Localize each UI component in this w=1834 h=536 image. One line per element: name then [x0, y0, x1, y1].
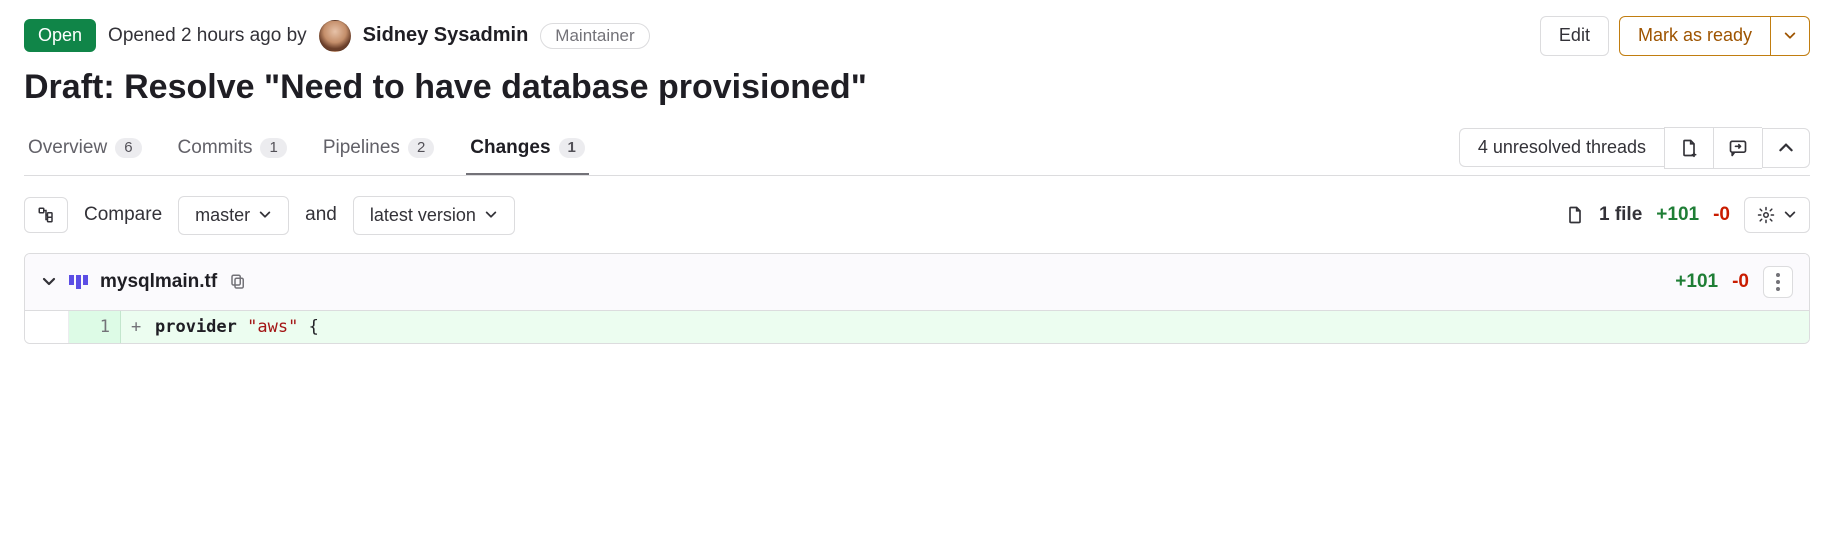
tab-commits-count: 1 [260, 138, 286, 158]
code-cell[interactable]: + provider "aws" { [121, 311, 1809, 343]
compare-base-dropdown[interactable]: master [178, 196, 289, 236]
chevron-down-icon [1783, 29, 1797, 43]
tab-changes-count: 1 [559, 138, 585, 158]
tab-changes-label: Changes [470, 137, 550, 159]
collapse-icon-button[interactable] [1762, 128, 1810, 168]
tab-commits-label: Commits [178, 137, 253, 159]
chevron-down-icon [484, 208, 498, 222]
opened-by: by [287, 25, 307, 46]
comment-arrow-icon [1728, 138, 1748, 158]
mark-as-ready-button[interactable]: Mark as ready [1619, 16, 1771, 56]
mark-ready-group: Mark as ready [1619, 16, 1810, 56]
old-line-number[interactable] [25, 311, 69, 343]
compare-label: Compare [84, 204, 162, 226]
status-badge: Open [24, 19, 96, 52]
compare-and: and [305, 204, 337, 226]
tab-changes[interactable]: Changes 1 [466, 127, 589, 175]
file-deletions: -0 [1732, 271, 1749, 293]
total-additions: +101 [1656, 204, 1699, 226]
file-additions: +101 [1675, 271, 1718, 293]
chevron-down-icon [1783, 208, 1797, 222]
compare-head-dropdown[interactable]: latest version [353, 196, 515, 236]
chevron-up-icon [1777, 139, 1795, 157]
file-name[interactable]: mysqlmain.tf [100, 271, 217, 293]
tab-commits[interactable]: Commits 1 [174, 127, 291, 175]
tab-pipelines-count: 2 [408, 138, 434, 158]
code-brace: { [309, 317, 319, 337]
chevron-down-icon[interactable] [41, 274, 57, 290]
new-line-number[interactable]: 1 [69, 311, 121, 343]
author-avatar[interactable] [319, 20, 351, 52]
diff-line: 1 + provider "aws" { [25, 311, 1809, 343]
tab-overview-count: 6 [115, 138, 141, 158]
file-plus-icon [1679, 138, 1699, 158]
copy-path-icon[interactable] [229, 273, 247, 291]
compare-head-value: latest version [370, 205, 476, 227]
doc-icon [1565, 205, 1585, 225]
role-badge: Maintainer [540, 23, 649, 49]
mr-title: Draft: Resolve "Need to have database pr… [24, 68, 1810, 107]
file-tree-icon [37, 206, 55, 224]
diff-sign: + [131, 317, 145, 337]
author-link[interactable]: Sidney Sysadmin [363, 24, 529, 47]
opened-time: 2 hours ago [181, 25, 281, 46]
diff-settings-dropdown[interactable] [1744, 197, 1810, 233]
code-string: "aws" [247, 317, 298, 337]
mark-as-ready-dropdown[interactable] [1771, 16, 1810, 56]
total-deletions: -0 [1713, 204, 1730, 226]
tab-overview-label: Overview [28, 137, 107, 159]
kebab-icon [1776, 273, 1780, 291]
comment-icon-button[interactable] [1713, 127, 1762, 169]
unresolved-threads-button[interactable]: 4 unresolved threads [1459, 128, 1664, 168]
file-tree-toggle[interactable] [24, 197, 68, 233]
gear-icon [1757, 206, 1775, 224]
tab-pipelines-label: Pipelines [323, 137, 400, 159]
opened-prefix: Opened [108, 25, 176, 46]
opened-text: Opened 2 hours ago by [108, 25, 307, 47]
file-plus-icon-button[interactable] [1664, 127, 1713, 169]
tab-overview[interactable]: Overview 6 [24, 127, 146, 175]
terraform-icon [69, 275, 88, 289]
compare-base-value: master [195, 205, 250, 227]
mr-header: Open Opened 2 hours ago by Sidney Sysadm… [24, 16, 1810, 56]
tab-pipelines[interactable]: Pipelines 2 [319, 127, 438, 175]
file-count: 1 file [1599, 204, 1642, 226]
edit-button[interactable]: Edit [1540, 16, 1609, 56]
mr-tabs: Overview 6 Commits 1 Pipelines 2 Changes… [24, 127, 589, 174]
code-keyword: provider [155, 317, 237, 337]
file-actions-menu[interactable] [1763, 266, 1793, 298]
chevron-down-icon [258, 208, 272, 222]
diff-file: mysqlmain.tf +101 -0 1 + provider "aws" [24, 253, 1810, 344]
